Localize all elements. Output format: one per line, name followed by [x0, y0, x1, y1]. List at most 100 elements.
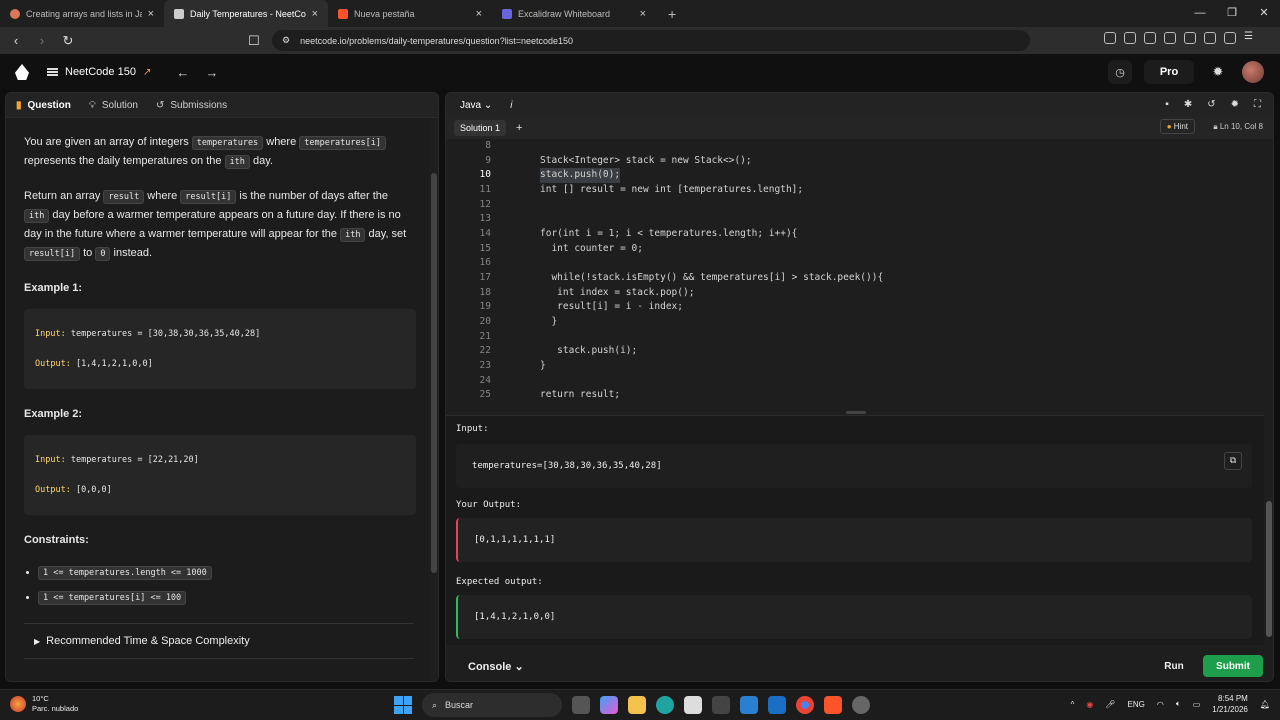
microphone-icon[interactable]: 🎤︎: [1105, 700, 1115, 709]
code-line[interactable]: 25 return result;: [446, 388, 1273, 403]
url-bar[interactable]: ⚙ neetcode.io/problems/daily-temperature…: [272, 30, 1030, 51]
windows-start-icon[interactable]: [394, 696, 412, 714]
wifi-icon[interactable]: ◠: [1157, 700, 1164, 709]
close-window-icon[interactable]: ✕: [1248, 0, 1280, 27]
tab-solution[interactable]: 💡︎ Solution: [89, 100, 138, 111]
code-line[interactable]: 13: [446, 212, 1273, 227]
code-editor[interactable]: 8 9 Stack<Integer> stack = new Stack<>();…: [446, 139, 1273, 411]
settings-icon[interactable]: [852, 696, 870, 714]
code-line[interactable]: 23}: [446, 359, 1273, 374]
code-line[interactable]: 22 stack.push(i);: [446, 344, 1273, 359]
solution-tab[interactable]: Solution 1: [454, 120, 507, 136]
code-line[interactable]: 9 Stack<Integer> stack = new Stack<>();: [446, 154, 1273, 169]
menu-icon[interactable]: ☰: [1244, 32, 1256, 44]
wallet-icon[interactable]: [1184, 32, 1196, 44]
code-line[interactable]: 20 }: [446, 315, 1273, 330]
leo-icon[interactable]: [1204, 32, 1216, 44]
maximize-icon[interactable]: ❐: [1216, 0, 1248, 27]
copy-icon[interactable]: ⧉: [1224, 452, 1242, 470]
copilot-icon[interactable]: [600, 696, 618, 714]
outlook-icon[interactable]: [768, 696, 786, 714]
language-selector[interactable]: Java ⌄: [460, 100, 492, 111]
panel-resizer[interactable]: [846, 411, 866, 414]
code-line[interactable]: 18 int index = stack.pop();: [446, 286, 1273, 301]
forward-icon[interactable]: ›: [32, 33, 52, 48]
reload-icon[interactable]: ↻: [58, 33, 78, 49]
console-toggle[interactable]: Console ⌄: [468, 660, 524, 673]
back-icon[interactable]: ‹: [6, 33, 26, 48]
app-icon[interactable]: [712, 696, 730, 714]
browser-tab-1[interactable]: Creating arrays and lists in Java - Cla …: [0, 0, 164, 27]
bookmark-icon[interactable]: ☐: [244, 33, 264, 49]
volume-icon[interactable]: 🔈︎: [1176, 699, 1181, 709]
new-tab-icon[interactable]: +: [668, 6, 676, 22]
recommended-complexity-toggle[interactable]: ▶ Recommended Time & Space Complexity: [24, 623, 414, 659]
sidebar-icon[interactable]: [1164, 32, 1176, 44]
code-line[interactable]: 17 while(!stack.isEmpty() && temperature…: [446, 271, 1273, 286]
browser-tab-3[interactable]: Nueva pestaña ×: [328, 0, 492, 27]
close-icon[interactable]: ×: [312, 8, 318, 20]
bookmark-icon[interactable]: ▪: [1165, 99, 1169, 110]
clock[interactable]: 8:54 PM 1/21/2026: [1212, 693, 1248, 715]
pro-button[interactable]: Pro: [1144, 60, 1194, 84]
tab-submissions[interactable]: ↺ Submissions: [156, 100, 227, 111]
close-icon[interactable]: ×: [640, 8, 646, 20]
code-line[interactable]: 14 for(int i = 1; i < temperatures.length…: [446, 227, 1273, 242]
tab-question[interactable]: ▮ Question: [16, 100, 71, 111]
task-view-icon[interactable]: [572, 696, 590, 714]
avatar[interactable]: [1242, 61, 1264, 83]
run-button[interactable]: Run: [1151, 655, 1197, 677]
settings-icon[interactable]: ✹: [1231, 99, 1239, 110]
prev-problem-icon[interactable]: ←: [176, 65, 189, 80]
code-line[interactable]: 12: [446, 198, 1273, 213]
submit-button[interactable]: Submit: [1203, 655, 1263, 677]
code-line[interactable]: 16: [446, 256, 1273, 271]
extension-icon[interactable]: [1124, 32, 1136, 44]
code-line[interactable]: 24: [446, 374, 1273, 389]
fullscreen-icon[interactable]: ⛶: [1254, 99, 1261, 110]
file-explorer-icon[interactable]: [628, 696, 646, 714]
hint-button[interactable]: ● Hint: [1159, 119, 1195, 134]
close-icon[interactable]: ×: [476, 8, 482, 20]
browser-tab-4[interactable]: Excalidraw Whiteboard ×: [492, 0, 656, 27]
weather-widget[interactable]: 10°C Parc. nublado: [10, 694, 78, 714]
store-icon[interactable]: [684, 696, 702, 714]
scrollbar[interactable]: [1264, 415, 1273, 650]
extension-icon[interactable]: [1104, 32, 1116, 44]
problem-list-selector[interactable]: NeetCode 150 ↗: [47, 66, 151, 78]
vscode-icon[interactable]: [740, 696, 758, 714]
battery-icon[interactable]: ▭: [1193, 700, 1201, 709]
scrollbar[interactable]: [429, 118, 438, 681]
code-line[interactable]: 21: [446, 330, 1273, 345]
add-tab-icon[interactable]: +: [516, 122, 522, 134]
edge-icon[interactable]: [656, 696, 674, 714]
brave-icon[interactable]: [824, 696, 842, 714]
close-icon[interactable]: ×: [148, 8, 154, 20]
code-line[interactable]: 11 int [] result = new int [temperatures.…: [446, 183, 1273, 198]
code-line[interactable]: 15 int counter = 0;: [446, 242, 1273, 257]
vpn-icon[interactable]: [1224, 32, 1236, 44]
timer-icon[interactable]: ◷: [1108, 60, 1132, 84]
site-info-icon[interactable]: ⚙: [282, 35, 290, 46]
code-line[interactable]: 19 result[i] = i - index;: [446, 300, 1273, 315]
settings-icon[interactable]: ✹: [1206, 64, 1230, 80]
taskbar-search[interactable]: ⌕ Buscar: [422, 693, 562, 717]
chevron-up-icon[interactable]: ^: [1071, 700, 1075, 709]
browser-tab-2[interactable]: Daily Temperatures - NeetCode ×: [164, 0, 328, 27]
next-problem-icon[interactable]: →: [205, 65, 218, 80]
app-tray-icon[interactable]: ◉: [1086, 700, 1093, 709]
scrollbar-thumb[interactable]: [1266, 501, 1272, 637]
language-indicator[interactable]: ENG: [1128, 700, 1145, 709]
chrome-icon[interactable]: [796, 696, 814, 714]
notifications-icon[interactable]: 🔔︎: [1260, 700, 1270, 709]
code-line[interactable]: 8: [446, 139, 1273, 154]
neetcode-logo-icon[interactable]: [15, 64, 29, 80]
minimize-icon[interactable]: —: [1184, 0, 1216, 27]
reset-icon[interactable]: ↺: [1207, 99, 1215, 110]
bug-icon[interactable]: ✱: [1184, 99, 1192, 110]
code-line[interactable]: 10 stack.push(0);: [446, 168, 1273, 183]
external-link-icon[interactable]: ↗: [143, 67, 151, 78]
extension-icon[interactable]: [1144, 32, 1156, 44]
info-icon[interactable]: i: [510, 100, 512, 111]
scrollbar-thumb[interactable]: [431, 173, 437, 573]
